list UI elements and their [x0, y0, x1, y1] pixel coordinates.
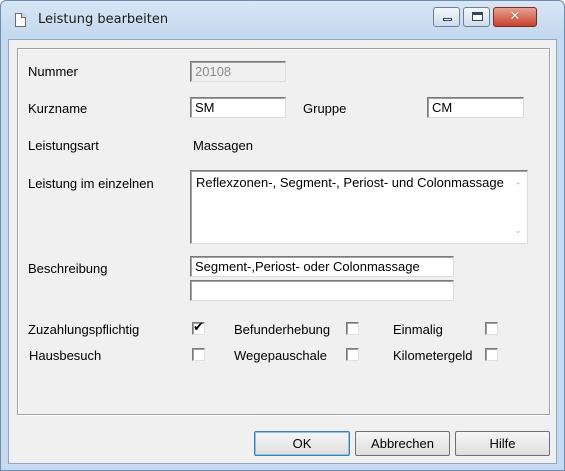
- beschreibung-line1-field[interactable]: Segment-,Periost- oder Colonmassage: [190, 256, 454, 277]
- leistungsart-label: Leistungsart: [28, 138, 99, 153]
- kurzname-label: Kurzname: [28, 101, 88, 116]
- hausbesuch-label: Hausbesuch: [29, 348, 102, 363]
- leistung-im-einzelnen-text: Reflexzonen-, Segment-, Periost- und Col…: [196, 175, 504, 190]
- wegepauschale-label: Wegepauschale: [234, 348, 327, 363]
- scroll-up-icon[interactable]: ⌃: [514, 182, 522, 191]
- close-icon: ✕: [509, 9, 521, 24]
- checkmark-icon: ✔: [193, 320, 204, 335]
- einmalig-label: Einmalig: [393, 322, 443, 337]
- dialog-client-area: Nummer 20108 Kurzname SM Gruppe CM Leist…: [8, 39, 557, 464]
- document-icon: [15, 13, 26, 27]
- befunderhebung-label: Befunderhebung: [234, 322, 331, 337]
- ok-button[interactable]: OK: [254, 431, 350, 456]
- kilometergeld-label: Kilometergeld: [393, 348, 473, 363]
- leistungsart-value: Massagen: [193, 138, 253, 153]
- close-button[interactable]: ✕: [493, 7, 537, 27]
- befunderhebung-checkbox[interactable]: [346, 322, 359, 335]
- help-button[interactable]: Hilfe: [455, 431, 550, 456]
- maximize-icon: [472, 12, 483, 21]
- nummer-field: 20108: [190, 61, 286, 82]
- beschreibung-line2-field[interactable]: [190, 280, 454, 301]
- beschreibung-label: Beschreibung: [28, 261, 108, 276]
- kurzname-field[interactable]: SM: [190, 97, 286, 118]
- dialog-window: Leistung bearbeiten ✕ Nummer 20108 Kurzn…: [0, 0, 565, 471]
- einmalig-checkbox[interactable]: [485, 322, 498, 335]
- gruppe-field[interactable]: CM: [427, 97, 524, 118]
- kilometergeld-checkbox[interactable]: [485, 348, 498, 361]
- cancel-button[interactable]: Abbrechen: [355, 431, 450, 456]
- maximize-button[interactable]: [463, 7, 490, 27]
- hausbesuch-checkbox[interactable]: [192, 348, 205, 361]
- wegepauschale-checkbox[interactable]: [346, 348, 359, 361]
- textarea-scrollbar[interactable]: ⌃ ⌄: [510, 172, 526, 242]
- scroll-down-icon[interactable]: ⌄: [514, 226, 522, 235]
- minimize-icon: [443, 18, 452, 21]
- nummer-label: Nummer: [28, 64, 78, 79]
- leistung-im-einzelnen-label: Leistung im einzelnen: [28, 176, 154, 191]
- window-title: Leistung bearbeiten: [38, 12, 169, 27]
- zuzahlungspflichtig-label: Zuzahlungspflichtig: [28, 322, 140, 337]
- minimize-button[interactable]: [433, 7, 460, 27]
- zuzahlungspflichtig-checkbox[interactable]: ✔: [192, 320, 205, 335]
- title-bar[interactable]: Leistung bearbeiten ✕: [1, 1, 564, 39]
- leistung-im-einzelnen-textarea[interactable]: Reflexzonen-, Segment-, Periost- und Col…: [190, 170, 528, 244]
- gruppe-label: Gruppe: [303, 101, 347, 116]
